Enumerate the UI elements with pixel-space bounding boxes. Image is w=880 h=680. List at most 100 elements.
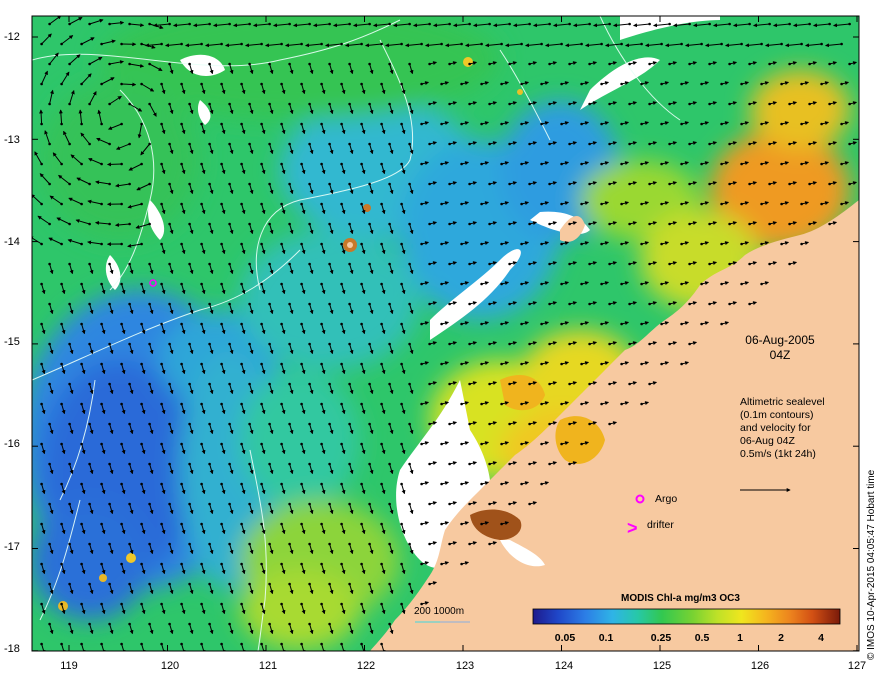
velocity-origin-dot (668, 182, 671, 186)
velocity-origin-dot (440, 82, 443, 86)
velocity-origin-dot (388, 502, 391, 506)
velocity-origin-dot (568, 382, 571, 386)
velocity-origin-dot (260, 202, 263, 206)
velocity-origin-dot (620, 122, 623, 126)
velocity-origin-dot (88, 102, 91, 106)
velocity-origin-dot (48, 22, 51, 26)
velocity-origin-dot (460, 282, 463, 286)
velocity-origin-dot (780, 122, 783, 126)
velocity-origin-dot (108, 302, 111, 306)
velocity-origin-dot (820, 202, 823, 206)
velocity-origin-dot (520, 362, 523, 366)
velocity-origin-dot (260, 122, 263, 126)
velocity-origin-dot (100, 282, 103, 286)
velocity-origin-dot (708, 62, 711, 66)
velocity-origin-dot (340, 522, 343, 526)
date-text: 06-Aug-2005 (745, 333, 815, 347)
velocity-origin-dot (168, 62, 171, 66)
velocity-origin-dot (660, 162, 663, 166)
lat-tick-label: -13 (4, 134, 20, 146)
velocity-origin-dot (248, 462, 251, 466)
velocity-origin-dot (120, 162, 123, 166)
velocity-origin-dot (348, 22, 351, 26)
velocity-origin-dot (368, 62, 371, 66)
velocity-origin-dot (600, 402, 603, 406)
velocity-origin-dot (360, 42, 363, 46)
velocity-origin-dot (480, 162, 483, 166)
velocity-origin-dot (168, 142, 171, 146)
velocity-origin-dot (460, 122, 463, 126)
velocity-origin-dot (688, 142, 691, 146)
velocity-origin-dot (328, 262, 331, 266)
velocity-origin-dot (48, 422, 51, 426)
velocity-origin-dot (848, 102, 851, 106)
velocity-origin-dot (400, 442, 403, 446)
velocity-origin-dot (68, 182, 71, 186)
velocity-origin-dot (160, 482, 163, 486)
velocity-origin-dot (120, 522, 123, 526)
velocity-origin-dot (160, 522, 163, 526)
velocity-origin-dot (608, 62, 611, 66)
velocity-origin-dot (520, 482, 523, 486)
velocity-origin-dot (660, 322, 663, 326)
velocity-origin-dot (200, 322, 203, 326)
velocity-origin-dot (800, 242, 803, 246)
velocity-origin-dot (88, 222, 91, 226)
velocity-origin-dot (720, 202, 723, 206)
velocity-origin-dot (568, 462, 571, 466)
velocity-origin-dot (160, 202, 163, 206)
velocity-origin-dot (620, 82, 623, 86)
velocity-origin-dot (160, 322, 163, 326)
velocity-origin-dot (288, 62, 291, 66)
velocity-origin-dot (268, 462, 271, 466)
velocity-origin-dot (528, 302, 531, 306)
velocity-origin-dot (260, 562, 263, 566)
velocity-origin-dot (480, 282, 483, 286)
velocity-origin-dot (208, 622, 211, 626)
velocity-origin-dot (600, 362, 603, 366)
velocity-origin-dot (248, 582, 251, 586)
velocity-origin-dot (300, 402, 303, 406)
velocity-origin-dot (480, 442, 483, 446)
velocity-origin-dot (60, 242, 63, 246)
velocity-origin-dot (740, 122, 743, 126)
velocity-origin-dot (708, 222, 711, 226)
velocity-origin-dot (420, 282, 423, 286)
velocity-origin-dot (160, 402, 163, 406)
velocity-origin-dot (368, 222, 371, 226)
velocity-origin-dot (588, 142, 591, 146)
velocity-origin-dot (820, 122, 823, 126)
velocity-origin-dot (280, 82, 283, 86)
velocity-origin-dot (268, 422, 271, 426)
velocity-origin-dot (788, 22, 791, 26)
velocity-origin-dot (568, 222, 571, 226)
velocity-origin-dot (448, 542, 451, 546)
velocity-origin-dot (640, 122, 643, 126)
velocity-origin-dot (560, 202, 563, 206)
velocity-origin-dot (768, 102, 771, 106)
velocity-origin-dot (628, 102, 631, 106)
velocity-origin-dot (448, 262, 451, 266)
velocity-origin-dot (420, 82, 423, 86)
velocity-origin-dot (800, 162, 803, 166)
velocity-origin-dot (488, 182, 491, 186)
velocity-origin-dot (748, 142, 751, 146)
lat-tick-label: -16 (4, 438, 20, 450)
velocity-origin-dot (88, 542, 91, 546)
velocity-origin-dot (108, 382, 111, 386)
velocity-origin-dot (440, 202, 443, 206)
velocity-origin-dot (480, 482, 483, 486)
velocity-origin-dot (840, 122, 843, 126)
velocity-origin-dot (680, 162, 683, 166)
velocity-origin-dot (120, 42, 123, 46)
velocity-origin-dot (608, 342, 611, 346)
velocity-origin-dot (600, 122, 603, 126)
velocity-origin-dot (80, 162, 83, 166)
velocity-origin-dot (168, 422, 171, 426)
velocity-origin-dot (740, 202, 743, 206)
velocity-origin-dot (308, 502, 311, 506)
velocity-origin-dot (260, 642, 263, 646)
velocity-origin-dot (68, 502, 71, 506)
velocity-origin-dot (280, 42, 283, 46)
velocity-origin-dot (728, 62, 731, 66)
